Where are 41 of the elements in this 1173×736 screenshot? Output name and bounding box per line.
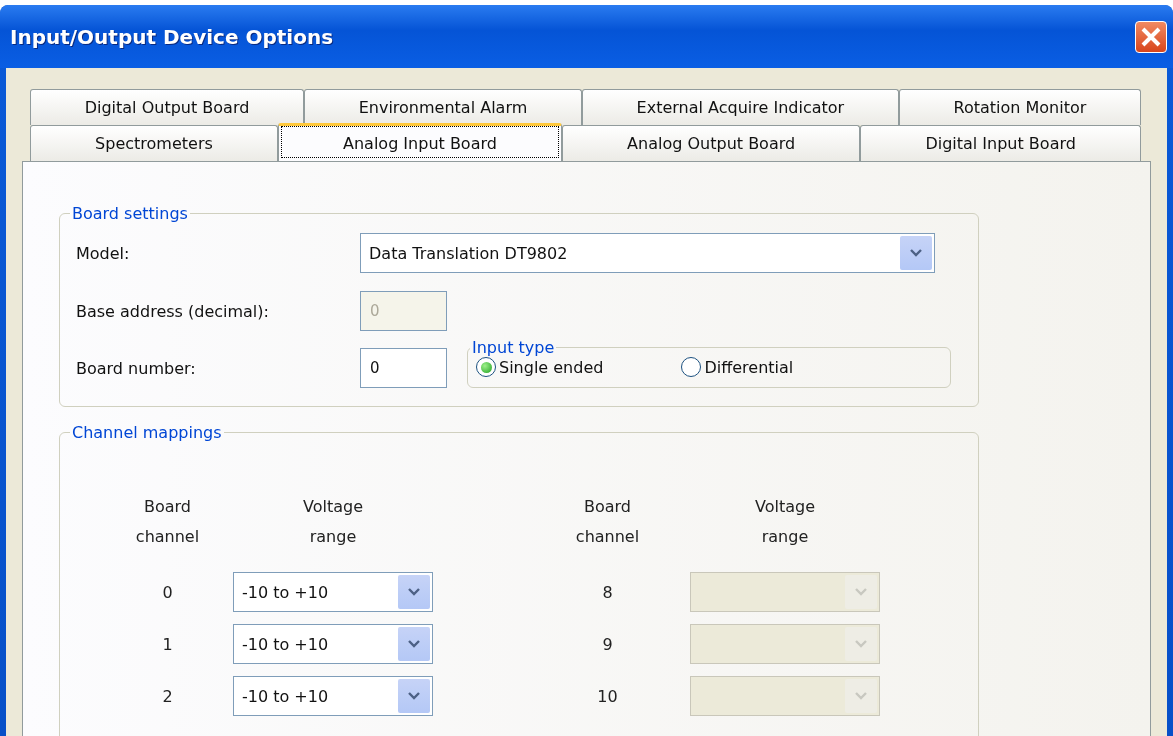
close-icon [1140, 25, 1162, 48]
channel-number: 0 [161, 582, 174, 602]
tab[interactable]: Digital Input Board [860, 125, 1141, 161]
voltage-range-dropdown[interactable]: -10 to +10 [233, 572, 433, 612]
chevron-down-icon [855, 640, 867, 648]
tab[interactable]: Analog Output Board [562, 125, 861, 161]
chevron-down-icon [910, 249, 922, 257]
channel-number: 9 [601, 634, 614, 654]
tab[interactable]: External Acquire Indicator [581, 89, 899, 125]
chevron-down-icon [855, 692, 867, 700]
chevron-down-icon [408, 692, 420, 700]
voltage-range-dropdown[interactable]: -10 to +10 [233, 676, 433, 716]
column-header: Board channel [574, 496, 641, 548]
window-title: Input/Output Device Options [10, 24, 334, 49]
tab[interactable]: Environmental Alarm [304, 89, 582, 125]
tab[interactable]: Analog Input Board [277, 123, 562, 161]
chevron-down-icon [855, 588, 867, 596]
group-title: Board settings [71, 204, 189, 223]
chevron-down-icon [408, 588, 420, 596]
column-header: Voltage range [754, 496, 816, 548]
chevron-down-icon [408, 640, 420, 648]
group-title: Channel mappings [71, 423, 223, 442]
model-dropdown[interactable]: Data Translation DT9802 [360, 233, 935, 273]
radio-option[interactable]: Single ended [476, 357, 604, 377]
column-header: Voltage range [302, 496, 364, 548]
close-button[interactable] [1135, 20, 1167, 53]
voltage-range-dropdown[interactable]: -10 to +10 [233, 624, 433, 664]
tab[interactable]: Digital Output Board [30, 89, 304, 125]
radio-option[interactable]: Differential [681, 357, 794, 377]
channel-number: 10 [596, 686, 619, 706]
channel-number: 1 [161, 634, 174, 654]
base-address-label: Base address (decimal): [76, 301, 270, 321]
model-label: Model: [76, 243, 131, 263]
tab[interactable]: Rotation Monitor [898, 89, 1141, 125]
group-title: Input type [471, 338, 556, 357]
column-header: Board channel [134, 496, 201, 548]
board-number-label: Board number: [76, 358, 197, 378]
board-number-field[interactable]: 0 [360, 348, 447, 388]
channel-number: 8 [601, 582, 614, 602]
tab[interactable]: Spectrometers [30, 125, 278, 161]
channel-number: 2 [161, 686, 174, 706]
